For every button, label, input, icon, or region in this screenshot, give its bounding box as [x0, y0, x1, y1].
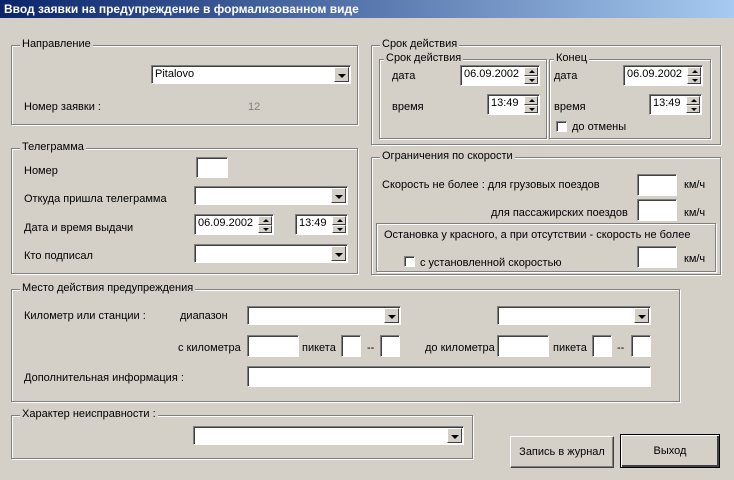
direction-legend: Направление [20, 38, 93, 50]
until-cancel-label: до отмены [572, 121, 627, 133]
chevron-down-icon[interactable] [634, 308, 649, 323]
telegram-from-select[interactable] [194, 186, 348, 205]
start-date-value: 06.09.2002 [464, 68, 520, 80]
end-date-spinner[interactable] [687, 67, 701, 84]
chevron-down-icon[interactable] [384, 308, 399, 323]
to-picket-field[interactable] [592, 335, 612, 357]
start-time-spinner[interactable] [524, 96, 538, 113]
stop-speed-unit: км/ч [684, 253, 706, 265]
freight-speed-unit: км/ч [684, 179, 706, 191]
start-time-label: время [392, 101, 424, 113]
chevron-down-icon[interactable] [334, 67, 349, 82]
from-km-field[interactable] [247, 335, 299, 357]
telegram-number-label: Номер [24, 165, 58, 177]
exit-button-label: Выход [653, 445, 687, 457]
to-km-field[interactable] [497, 335, 549, 357]
freight-speed-field[interactable] [637, 174, 677, 196]
to-km-label: до километра [425, 342, 495, 354]
from-picket-field[interactable] [341, 335, 361, 357]
station-value: Pitalovo [155, 68, 195, 80]
extra-info-label: Дополнительная информация : [24, 372, 184, 384]
spin-down-icon[interactable] [524, 104, 538, 113]
spin-up-icon[interactable] [524, 67, 538, 76]
window-title: Ввод заявки на предупреждение в формализ… [4, 2, 359, 16]
end-date-field[interactable]: 06.09.2002 [623, 65, 703, 86]
km-or-station-label: Километр или станции : [24, 310, 146, 322]
start-date-spinner[interactable] [524, 67, 538, 84]
to-picket-label: пикета [553, 342, 587, 354]
start-time-field[interactable]: 13:49 [487, 94, 540, 115]
range-to-select[interactable] [497, 306, 651, 325]
from-km-label: с километра [178, 342, 241, 354]
chevron-down-icon[interactable] [331, 246, 346, 261]
start-date-field[interactable]: 06.09.2002 [460, 65, 540, 86]
title-bar: Ввод заявки на предупреждение в формализ… [0, 0, 734, 18]
chevron-down-icon[interactable] [447, 428, 462, 443]
to-dash: -- [617, 342, 625, 354]
from-picket-label: пикета [302, 342, 336, 354]
end-date-value: 06.09.2002 [627, 68, 683, 80]
end-time-field[interactable]: 13:49 [649, 94, 702, 115]
telegram-issued-label: Дата и время выдачи [24, 222, 134, 234]
end-legend: Конец [554, 52, 590, 64]
speed-legend: Ограничения по скорости [380, 150, 515, 162]
end-time-label: время [554, 101, 586, 113]
end-time-spinner[interactable] [686, 96, 700, 113]
telegram-issued-time-field[interactable]: 13:49 [295, 214, 348, 235]
passenger-speed-unit: км/ч [684, 207, 706, 219]
end-date-label: дата [554, 70, 578, 82]
telegram-issued-date-value: 06.09.2002 [198, 217, 254, 229]
spin-up-icon[interactable] [687, 67, 701, 76]
start-legend: Срок действия [384, 52, 464, 64]
from-dash: -- [367, 342, 375, 354]
issued-date-spinner[interactable] [258, 216, 272, 233]
spin-up-icon[interactable] [524, 96, 538, 105]
log-button[interactable]: Запись в журнал [510, 436, 614, 468]
spin-down-icon[interactable] [332, 224, 346, 233]
request-no-label: Номер заявки : [24, 101, 101, 113]
direction-group: Направление [11, 38, 358, 125]
request-no-value: 12 [248, 101, 261, 113]
stop-speed-field[interactable] [637, 246, 677, 268]
extra-info-field[interactable] [247, 366, 651, 387]
freight-speed-label: Скорость не более : для грузовых поездов [382, 179, 600, 191]
passenger-speed-field[interactable] [637, 199, 677, 221]
spin-down-icon[interactable] [258, 224, 272, 233]
validity-legend: Срок действия [380, 38, 460, 50]
chevron-down-icon[interactable] [331, 188, 346, 203]
telegram-legend: Телеграмма [20, 141, 86, 153]
fault-select[interactable] [193, 426, 464, 445]
telegram-from-label: Откуда пришла телеграмма [24, 193, 167, 205]
station-select[interactable]: Pitalovo [151, 65, 351, 84]
until-cancel-checkbox[interactable] [556, 121, 567, 132]
telegram-issued-time-value: 13:49 [299, 217, 327, 229]
exit-button[interactable]: Выход [620, 434, 720, 468]
to-picket-field-2[interactable] [631, 335, 651, 357]
fault-legend: Характер неисправности : [20, 408, 158, 420]
with-speed-label: с установленной скоростью [420, 257, 562, 269]
telegram-number-field[interactable] [196, 157, 228, 178]
telegram-signed-select[interactable] [194, 244, 348, 263]
spin-down-icon[interactable] [687, 75, 701, 84]
spin-up-icon[interactable] [332, 216, 346, 225]
spin-down-icon[interactable] [686, 104, 700, 113]
spin-up-icon[interactable] [258, 216, 272, 225]
start-time-value: 13:49 [491, 97, 519, 109]
spin-up-icon[interactable] [686, 96, 700, 105]
place-legend: Место действия предупреждения [20, 282, 196, 294]
telegram-issued-date-field[interactable]: 06.09.2002 [194, 214, 274, 235]
from-picket-field-2[interactable] [380, 335, 400, 357]
range-label: диапазон [180, 310, 228, 322]
log-button-label: Запись в журнал [519, 446, 605, 458]
stop-text: Остановка у красного, а при отсутствии -… [384, 229, 691, 241]
passenger-speed-label: для пассажирских поездов [491, 207, 628, 219]
with-speed-checkbox[interactable] [404, 256, 415, 267]
issued-time-spinner[interactable] [332, 216, 346, 233]
range-from-select[interactable] [247, 306, 401, 325]
spin-down-icon[interactable] [524, 75, 538, 84]
telegram-signed-label: Кто подписал [24, 250, 93, 262]
end-time-value: 13:49 [653, 97, 681, 109]
start-date-label: дата [392, 70, 416, 82]
